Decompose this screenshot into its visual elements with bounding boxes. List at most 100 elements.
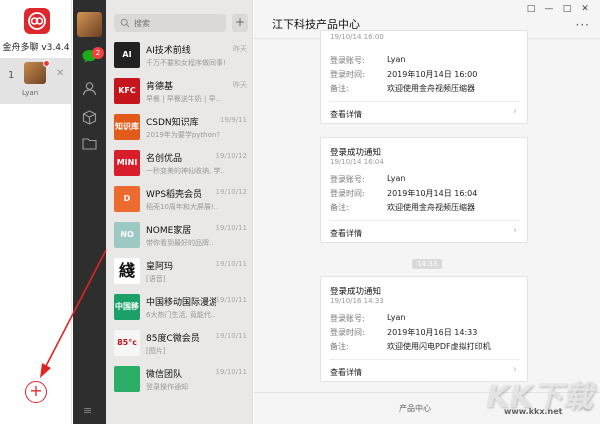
window-controls: □ — □ ✕ [522,4,594,14]
row-value: 欢迎使用金舟视频压缩器 [387,84,475,93]
chat-name: CSDN知识库 [146,118,199,128]
row-label: 备注: [330,84,349,93]
app-logo [24,8,50,34]
notice-card: 登录成功通知 19/10/16 14:33 登录账号: Lyan 登录时间: 2… [320,276,528,382]
chat-avatar: NO ME [114,222,140,248]
view-details-link[interactable]: 查看详情 [330,367,362,378]
notification-dot [43,60,50,67]
chat-preview: 早餐 | 早餐送牛奶 | 早.. [146,95,221,103]
account-index: 1 [8,70,15,81]
box-icon[interactable] [81,109,98,126]
product-center-menu[interactable]: 产品中心 [399,403,431,414]
chat-list-item[interactable]: KFC 肯德基 昨天 早餐 | 早餐送牛奶 | 早.. [106,74,252,110]
chevron-right-icon: › [513,225,517,236]
chat-date: 昨天 [233,45,247,53]
chat-name: 85度C微会员 [146,334,200,344]
chat-name: NOME家居 [146,226,192,236]
chat-date: 19/10/11 [215,260,247,268]
add-account-button[interactable]: + [25,381,47,403]
close-window-button[interactable]: ✕ [576,4,594,14]
view-details-link[interactable]: 查看详情 [330,109,362,120]
conversation-pane: 江下科技产品中心 □ — □ ✕ ··· 19/10/14 16:00 登录账号: L… [254,0,600,424]
folder-icon[interactable] [81,135,98,152]
chat-preview: [图片] [146,347,166,355]
row-value: Lyan [387,174,406,183]
chat-list-item[interactable]: 85°c 85度C微会员 19/10/11 [图片] [106,326,252,362]
chat-date: 19/9/11 [220,116,247,124]
chat-list-item[interactable]: AI AI技术前线 昨天 千万不要和女程序做同事! [106,38,252,74]
watermark: KK下载 www.kkx.net [486,372,594,418]
chat-preview: 千万不要和女程序做同事! [146,59,226,67]
chat-name: AI技术前线 [146,46,191,56]
more-button[interactable]: ··· [576,18,590,32]
chat-date: 19/10/11 [215,296,247,304]
chat-preview: 6大热门生活, 竟能代.. [146,311,216,319]
chat-date: 19/10/12 [215,152,247,160]
chat-name: 微信团队 [146,370,183,380]
chat-avatar: MINI SO [114,150,140,176]
chat-preview: 带你看到最好的品牌.. [146,239,214,247]
chat-name: 名创优品 [146,154,183,164]
row-label: 备注: [330,342,349,351]
chat-list-item[interactable]: 中国移动中国移动国际漫游19/10/11 6大热门生活, 竟能代.. [106,290,252,326]
row-label: 登录时间: [330,70,365,79]
search-input[interactable] [134,17,220,29]
row-value: 2019年10月14日 16:00 [387,70,478,79]
chat-list: + AI AI技术前线 昨天千万不要和女程序做同事! KFC 肯德基 昨天早餐 | 早餐送… [106,0,253,424]
chat-avatar: 85°c [114,330,140,356]
search-icon [120,18,130,28]
chat-avatar: 中国移动 [114,294,140,320]
add-chat-button[interactable]: + [232,14,248,32]
chat-date: 19/10/11 [215,368,247,376]
row-value: Lyan [387,313,406,322]
notice-card: 19/10/14 16:00 登录账号: Lyan 登录时间: 2019年10月… [320,30,528,124]
card-title: 登录成功通知 [330,148,382,158]
chat-name: 肯德基 [146,82,174,92]
contacts-icon[interactable] [81,80,98,97]
chat-name: 皇阿玛 [146,262,174,272]
minimize-button[interactable]: — [540,4,558,14]
chat-list-item[interactable]: MINI SO 名创优品 19/10/12 一秒变美的神仙收纳, 学.. [106,146,252,182]
chat-preview: [语音] [146,275,166,283]
restore-button[interactable]: □ [522,4,540,14]
chat-list-item[interactable]: 綫皇阿玛 19/10/11 [语音] [106,254,252,290]
card-title: 登录成功通知 [330,287,382,297]
chat-avatar: 知识库 [114,114,140,140]
search-box[interactable] [114,14,226,32]
row-value: 欢迎使用闪电PDF虚拟打印机 [387,342,491,351]
nav-strip: 2 ≡ [73,0,106,424]
chat-avatar: KFC [114,78,140,104]
account-name: Lyan [22,89,39,97]
card-date: 19/10/16 14:33 [330,297,384,305]
chat-list-item[interactable]: NO ME NOME家居 19/10/11带你看到最好的品牌.. [106,218,252,254]
chat-date: 19/10/12 [215,188,247,196]
chat-date: 19/10/11 [215,224,247,232]
menu-icon[interactable]: ≡ [83,404,92,417]
chat-date: 19/10/11 [215,332,247,340]
chat-bubbles-icon [28,12,46,30]
account-slot[interactable]: 1 ✕ Lyan [0,58,72,104]
divider [330,359,520,360]
row-value: 欢迎使用金舟视频压缩器 [387,203,475,212]
chat-preview: 登录操作通知 [146,383,188,391]
chat-list-item[interactable]: D WPS稻壳会员 19/10/12 稻壳10周年和大屏展!.. [106,182,252,218]
chat-list-item[interactable]: 微信团队 19/10/11 登录操作通知 [106,362,252,398]
divider [330,101,520,102]
chat-preview: 一秒变美的神仙收纳, 学.. [146,167,225,175]
row-label: 登录账号: [330,175,365,184]
account-panel: 金舟多聊 v3.4.4 1 ✕ Lyan + [0,0,72,424]
chat-list-item[interactable]: 知识库 CSDN知识库 19/9/11 2019年为要学python? [106,110,252,146]
row-label: 登录账号: [330,56,365,65]
chat-avatar [114,366,140,392]
row-value: Lyan [387,55,406,64]
chat-name: WPS稻壳会员 [146,190,203,200]
row-label: 备注: [330,203,349,212]
close-account-button[interactable]: ✕ [56,68,64,79]
profile-avatar-icon[interactable] [77,12,102,37]
chat-avatar: AI [114,42,140,68]
chat-avatar: D [114,186,140,212]
view-details-link[interactable]: 查看详情 [330,228,362,239]
notice-card: 登录成功通知 19/10/14 16:04 登录账号: Lyan 登录时间: 2… [320,137,528,243]
time-divider: 14:33 [412,259,443,269]
maximize-button[interactable]: □ [558,4,576,14]
